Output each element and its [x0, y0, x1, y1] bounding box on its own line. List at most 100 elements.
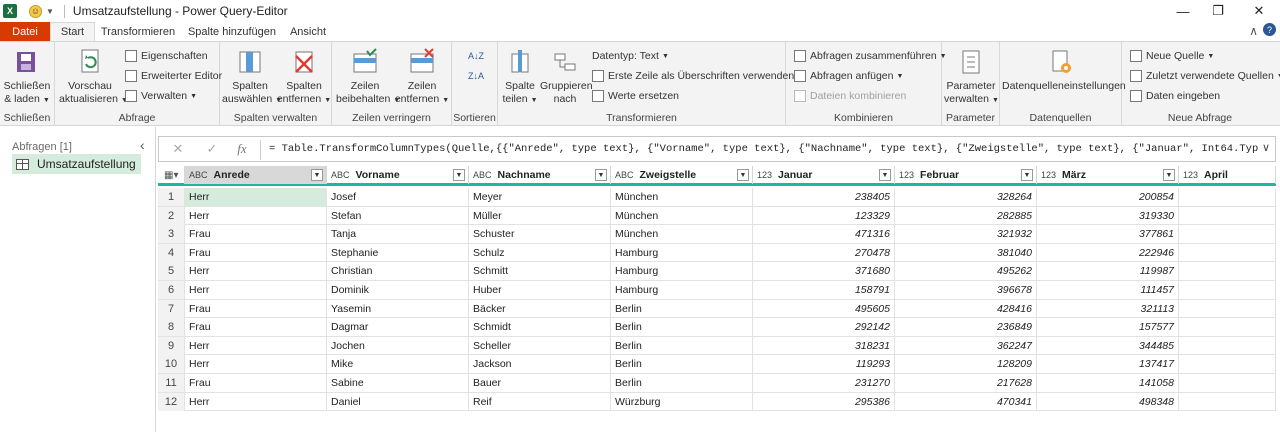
table-cell[interactable]	[1179, 374, 1276, 392]
function-fx-icon[interactable]: fx	[231, 140, 253, 158]
quick-access-dropdown-icon[interactable]: ▼	[46, 7, 54, 16]
table-cell[interactable]: 231270	[753, 374, 895, 392]
tab-datei[interactable]: Datei	[0, 22, 50, 41]
row-number[interactable]: 3	[158, 225, 185, 244]
table-cell[interactable]: Bäcker	[469, 299, 611, 318]
table-cell[interactable]	[1179, 188, 1276, 206]
table-cell[interactable]: 319330	[1037, 206, 1179, 225]
column-type-icon[interactable]: 123	[1183, 170, 1198, 180]
keep-rows-button[interactable]: Zeilen beibehalten ▼	[336, 48, 400, 107]
table-cell[interactable]: 270478	[753, 243, 895, 262]
table-cell[interactable]	[1179, 262, 1276, 281]
table-row[interactable]: 2 Herr Stefan Müller München 123329 282885 3193…	[158, 206, 1276, 226]
table-cell[interactable]: 282885	[895, 206, 1037, 225]
table-cell[interactable]: 295386	[753, 392, 895, 411]
row-number[interactable]: 2	[158, 206, 185, 225]
table-cell[interactable]: 362247	[895, 336, 1037, 355]
table-cell[interactable]: Berlin	[611, 336, 753, 355]
table-cell[interactable]	[1179, 243, 1276, 262]
table-cell[interactable]: Stefan	[327, 206, 469, 225]
table-cell[interactable]	[1179, 206, 1276, 225]
table-row[interactable]: 12 Herr Daniel Reif Würzburg 295386 470341 4983…	[158, 392, 1276, 412]
table-cell[interactable]: 321932	[895, 225, 1037, 244]
table-cell[interactable]: 222946	[1037, 243, 1179, 262]
table-cell[interactable]: 471316	[753, 225, 895, 244]
table-cell[interactable]	[1179, 318, 1276, 337]
table-cell[interactable]: Meyer	[469, 188, 611, 206]
table-row[interactable]: 10 Herr Mike Jackson Berlin 119293 128209 13741…	[158, 355, 1276, 374]
datatype-dropdown[interactable]: Datentyp: Text ▼	[592, 48, 669, 64]
table-cell[interactable]	[1179, 225, 1276, 244]
table-cell[interactable]: 292142	[753, 318, 895, 337]
table-cell[interactable]: 128209	[895, 355, 1037, 374]
table-cell[interactable]: Sabine	[327, 374, 469, 392]
table-cell[interactable]: Herr	[185, 336, 327, 355]
table-cell[interactable]: 396678	[895, 281, 1037, 299]
table-cell[interactable]: 344485	[1037, 336, 1179, 355]
table-cell[interactable]	[1179, 355, 1276, 374]
collapse-pane-chevron-icon[interactable]: ‹	[140, 137, 145, 153]
refresh-preview-button[interactable]: Vorschau aktualisieren▼	[59, 48, 128, 107]
append-queries-button[interactable]: Abfragen anfügen ▼	[794, 68, 903, 84]
table-cell[interactable]: Stephanie	[327, 243, 469, 262]
split-column-button[interactable]: Spalte teilen ▼	[500, 48, 540, 107]
column-header[interactable]: ABC Vorname ▼	[327, 166, 469, 184]
table-cell[interactable]: Mike	[327, 355, 469, 374]
help-icon[interactable]: ?	[1263, 23, 1276, 36]
column-header[interactable]: 123 Februar ▼	[895, 166, 1037, 184]
table-cell[interactable]: Frau	[185, 318, 327, 337]
table-cell[interactable]: Huber	[469, 281, 611, 299]
table-row[interactable]: 1 Herr Josef Meyer München 238405 328264 200854	[158, 188, 1276, 207]
table-cell[interactable]: 495262	[895, 262, 1037, 281]
table-row[interactable]: 3 Frau Tanja Schuster München 471316 321932 377…	[158, 225, 1276, 244]
table-cell[interactable]: 318231	[753, 336, 895, 355]
table-cell[interactable]	[1179, 392, 1276, 411]
row-number[interactable]: 1	[158, 188, 185, 206]
row-number[interactable]: 6	[158, 281, 185, 299]
column-header[interactable]: ABC Zweigstelle ▼	[611, 166, 753, 184]
table-cell[interactable]: Berlin	[611, 299, 753, 318]
row-number[interactable]: 8	[158, 318, 185, 337]
table-cell[interactable]: Jochen	[327, 336, 469, 355]
column-header[interactable]: 123 April	[1179, 166, 1276, 184]
remove-rows-button[interactable]: Zeilen entfernen ▼	[394, 48, 450, 107]
table-cell[interactable]: Frau	[185, 299, 327, 318]
table-cell[interactable]	[1179, 299, 1276, 318]
table-cell[interactable]: Berlin	[611, 318, 753, 337]
table-cell[interactable]: Bauer	[469, 374, 611, 392]
table-cell[interactable]: Schmidt	[469, 318, 611, 337]
table-cell[interactable]: Dominik	[327, 281, 469, 299]
table-cell[interactable]: München	[611, 225, 753, 244]
table-cell[interactable]: Frau	[185, 225, 327, 244]
column-header[interactable]: ABC Nachname ▼	[469, 166, 611, 184]
sort-ascending-button[interactable]: A↓Z	[468, 48, 484, 64]
table-cell[interactable]: 217628	[895, 374, 1037, 392]
row-number[interactable]: 4	[158, 243, 185, 262]
column-type-icon[interactable]: 123	[899, 170, 914, 180]
merge-queries-button[interactable]: Abfragen zusammenführen ▼	[794, 48, 947, 64]
confirm-formula-icon[interactable]: ✓	[201, 140, 223, 158]
table-cell[interactable]: Schulz	[469, 243, 611, 262]
table-cell[interactable]: Hamburg	[611, 243, 753, 262]
smiley-feedback-icon[interactable]: ☺	[29, 4, 42, 18]
table-cell[interactable]: 157577	[1037, 318, 1179, 337]
column-type-icon[interactable]: ABC	[331, 170, 350, 180]
column-type-icon[interactable]: ABC	[473, 170, 492, 180]
table-cell[interactable]: 495605	[753, 299, 895, 318]
manage-parameters-button[interactable]: Parameter verwalten ▼	[944, 48, 999, 107]
query-item-umsatzaufstellung[interactable]: Umsatzaufstellung	[12, 154, 141, 174]
table-cell[interactable]: 381040	[895, 243, 1037, 262]
table-cell[interactable]: 470341	[895, 392, 1037, 411]
table-cell[interactable]: 377861	[1037, 225, 1179, 244]
row-number[interactable]: 12	[158, 392, 185, 411]
table-row[interactable]: 9 Herr Jochen Scheller Berlin 318231 362247 344…	[158, 336, 1276, 356]
table-cell[interactable]	[1179, 281, 1276, 299]
enter-data-button[interactable]: Daten eingeben	[1130, 88, 1220, 104]
table-cell[interactable]: Daniel	[327, 392, 469, 411]
table-cell[interactable]: Scheller	[469, 336, 611, 355]
table-cell[interactable]: 236849	[895, 318, 1037, 337]
table-cell[interactable]: Müller	[469, 206, 611, 225]
table-cell[interactable]: Berlin	[611, 374, 753, 392]
table-cell[interactable]: München	[611, 188, 753, 206]
table-cell[interactable]: Herr	[185, 355, 327, 374]
